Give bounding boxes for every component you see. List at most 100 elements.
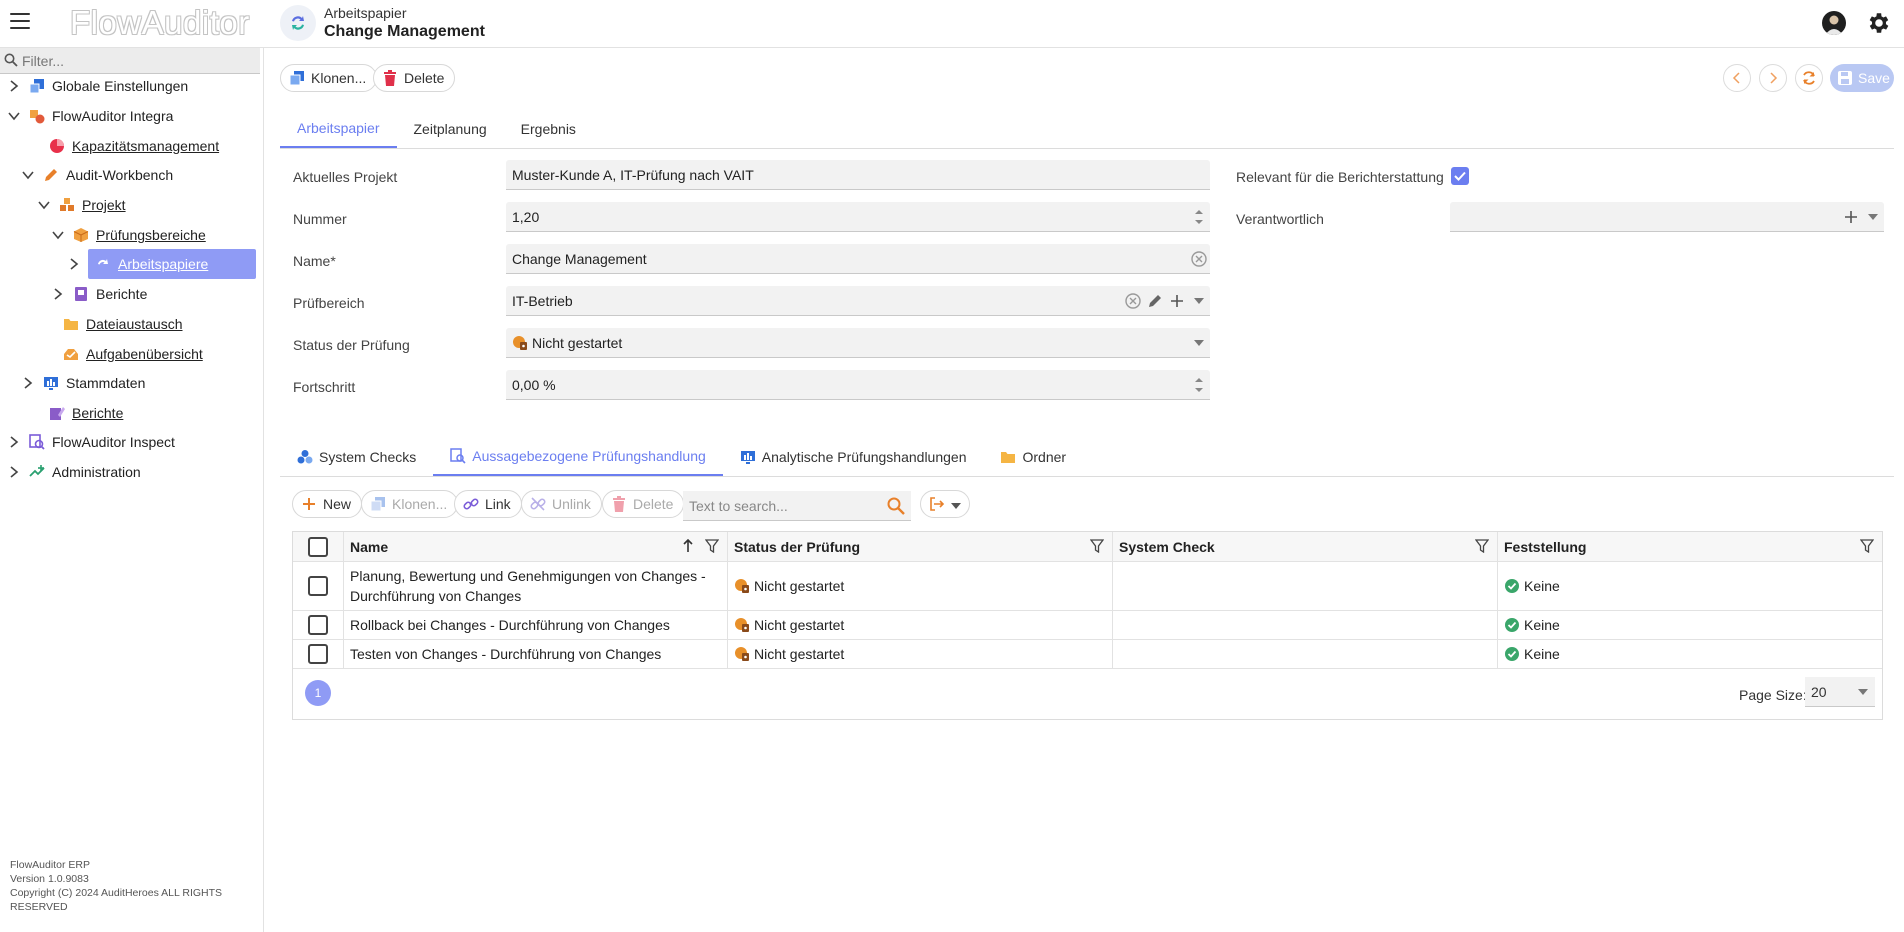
- save-label: Save: [1858, 70, 1890, 86]
- responsible-field[interactable]: [1450, 202, 1884, 232]
- table-row[interactable]: Planung, Bewertung und Genehmigungen von…: [293, 562, 1882, 611]
- search-icon[interactable]: [887, 497, 905, 518]
- edit-icon[interactable]: [1144, 290, 1166, 312]
- table-row[interactable]: Rollback bei Changes - Durchführung von …: [293, 611, 1882, 640]
- sort-ascending-icon[interactable]: [683, 538, 693, 556]
- sidebar-item-administration[interactable]: Administration: [6, 457, 141, 487]
- filter-icon[interactable]: [1474, 539, 1490, 556]
- link-button[interactable]: Link: [454, 490, 522, 518]
- tab-aussagebezogene-pruefungshandlung[interactable]: Aussagebezogene Prüfungshandlung: [433, 438, 723, 476]
- chevron-right-icon[interactable]: [6, 78, 22, 94]
- number-stepper[interactable]: [1188, 203, 1210, 231]
- sidebar-item-globale-einstellungen[interactable]: Globale Einstellungen: [6, 71, 188, 101]
- sidebar-item-aufgabenuebersicht[interactable]: Aufgabenübersicht: [62, 339, 203, 369]
- chevron-down-icon[interactable]: [20, 167, 36, 183]
- grid-search-input[interactable]: [689, 495, 879, 517]
- tab-ergebnis[interactable]: Ergebnis: [504, 110, 593, 148]
- page-size-select[interactable]: 20: [1805, 677, 1875, 707]
- select-all-checkbox[interactable]: [308, 536, 328, 557]
- row-name-line2: Durchführung von Changes: [350, 588, 522, 604]
- chevron-right-icon[interactable]: [20, 375, 36, 391]
- plus-icon[interactable]: [1840, 206, 1862, 228]
- number-value: 1,20: [512, 208, 540, 225]
- reporting-label: Relevant für die Berichterstattung: [1236, 169, 1444, 185]
- dropdown-arrow-icon[interactable]: [1188, 332, 1210, 354]
- column-header-finding[interactable]: Feststellung: [1498, 532, 1882, 561]
- table-row[interactable]: Testen von Changes - Durchführung von Ch…: [293, 640, 1882, 669]
- unlink-button[interactable]: Unlink: [521, 490, 602, 518]
- number-field[interactable]: 1,20: [506, 202, 1210, 232]
- dropdown-arrow-icon[interactable]: [1851, 688, 1875, 695]
- tab-label: Ordner: [1022, 449, 1067, 465]
- tab-analytische-pruefungshandlungen[interactable]: Analytische Prüfungshandlungen: [723, 438, 984, 476]
- row-checkbox[interactable]: [308, 576, 328, 596]
- filter-icon[interactable]: [704, 539, 720, 556]
- row-name-line1: Planung, Bewertung und Genehmigungen von…: [350, 568, 706, 584]
- row-checkbox[interactable]: [308, 644, 328, 664]
- save-button[interactable]: Save: [1830, 64, 1894, 92]
- sidebar-item-pruefungsbereiche[interactable]: Prüfungsbereiche: [50, 220, 206, 250]
- sidebar-item-berichte-nested[interactable]: Berichte: [50, 279, 147, 309]
- export-dropdown-icon[interactable]: [951, 496, 961, 512]
- chevron-right-icon[interactable]: [6, 434, 22, 450]
- row-select-cell: [293, 611, 344, 639]
- chevron-right-icon[interactable]: [6, 464, 22, 480]
- clone-button[interactable]: Klonen...: [280, 64, 378, 92]
- progress-stepper[interactable]: [1188, 371, 1210, 399]
- sidebar-item-flowauditor-inspect[interactable]: FlowAuditor Inspect: [6, 427, 175, 457]
- sidebar-item-arbeitspapiere[interactable]: Arbeitspapiere: [66, 249, 256, 279]
- status-not-started-icon: [734, 617, 750, 633]
- tab-arbeitspapier[interactable]: Arbeitspapier: [280, 110, 397, 148]
- plus-icon[interactable]: [1166, 290, 1188, 312]
- tab-system-checks[interactable]: System Checks: [280, 438, 433, 476]
- column-header-system-check[interactable]: System Check: [1113, 532, 1498, 561]
- sidebar-item-stammdaten[interactable]: Stammdaten: [20, 368, 145, 398]
- sidebar-item-dateiaustausch[interactable]: Dateiaustausch: [62, 309, 183, 339]
- grid-delete-button[interactable]: Delete: [602, 490, 685, 518]
- gear-icon[interactable]: [1866, 10, 1892, 36]
- chevron-right-icon[interactable]: [50, 286, 66, 302]
- row-checkbox[interactable]: [308, 615, 328, 635]
- chevron-down-icon[interactable]: [36, 197, 52, 213]
- tab-ordner[interactable]: Ordner: [983, 438, 1083, 476]
- sidebar-item-kapazitaetsmanagement[interactable]: Kapazitätsmanagement: [48, 131, 219, 161]
- tab-label: System Checks: [319, 449, 417, 465]
- workpaper-icon: [280, 5, 316, 41]
- delete-button[interactable]: Delete: [373, 64, 456, 92]
- filter-input[interactable]: [22, 50, 256, 72]
- filter-icon[interactable]: [1859, 539, 1875, 556]
- sidebar-item-projekt[interactable]: Projekt: [36, 190, 126, 220]
- tab-zeitplanung[interactable]: Zeitplanung: [397, 110, 504, 148]
- name-field[interactable]: Change Management: [506, 244, 1210, 274]
- progress-field[interactable]: 0,00 %: [506, 370, 1210, 400]
- sidebar-item-label: Stammdaten: [66, 375, 146, 391]
- sidebar-item-audit-workbench[interactable]: Audit-Workbench: [20, 160, 173, 190]
- clear-icon[interactable]: [1188, 248, 1210, 270]
- unlink-label: Unlink: [552, 496, 591, 512]
- hamburger-menu-icon[interactable]: [10, 13, 30, 31]
- floppy-icon: [1838, 71, 1852, 85]
- refresh-button[interactable]: [1795, 64, 1823, 92]
- filter-icon[interactable]: [1089, 539, 1105, 556]
- next-button[interactable]: [1759, 64, 1787, 92]
- export-button[interactable]: [920, 490, 970, 518]
- reporting-checkbox[interactable]: [1451, 167, 1469, 185]
- status-field[interactable]: Nicht gestartet: [506, 328, 1210, 358]
- new-button[interactable]: New: [292, 490, 363, 518]
- dropdown-arrow-icon[interactable]: [1188, 290, 1210, 312]
- grid-clone-button[interactable]: Klonen...: [361, 490, 459, 518]
- chevron-down-icon[interactable]: [6, 108, 22, 124]
- pager-page-1[interactable]: 1: [305, 680, 331, 706]
- chevron-down-icon[interactable]: [50, 227, 66, 243]
- sidebar-item-berichte[interactable]: Berichte: [48, 398, 123, 428]
- area-field[interactable]: IT-Betrieb: [506, 286, 1210, 316]
- dropdown-arrow-icon[interactable]: [1862, 206, 1884, 228]
- clear-icon[interactable]: [1122, 290, 1144, 312]
- column-header-name[interactable]: Name: [344, 532, 728, 561]
- chevron-right-icon: [1770, 72, 1778, 84]
- user-avatar[interactable]: [1822, 11, 1846, 35]
- previous-button[interactable]: [1723, 64, 1751, 92]
- column-header-status[interactable]: Status der Prüfung: [728, 532, 1113, 561]
- sidebar-item-flowauditor-integra[interactable]: FlowAuditor Integra: [6, 101, 173, 131]
- chevron-right-icon[interactable]: [66, 256, 82, 272]
